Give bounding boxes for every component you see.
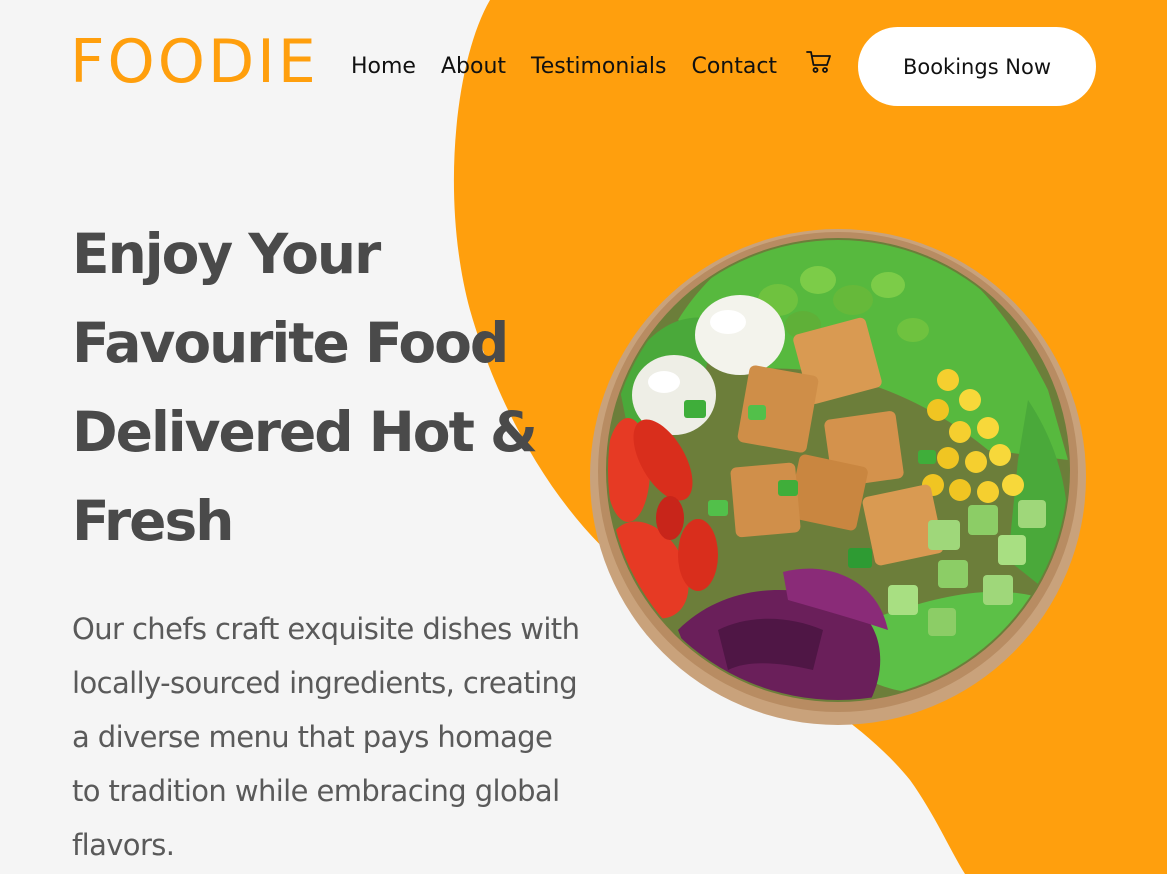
hero-title-line: Enjoy Your	[72, 222, 381, 286]
nav-link-about[interactable]: About	[441, 52, 506, 82]
hero-description: Our chefs craft exquisite dishes with lo…	[72, 612, 580, 862]
hero-title: Enjoy Your Favourite Food Delivered Hot …	[72, 210, 592, 566]
food-bowl-image	[590, 229, 1086, 725]
nav-link-home[interactable]: Home	[351, 52, 416, 82]
cart-icon[interactable]	[805, 48, 833, 76]
hero-title-line: Favourite Food	[72, 311, 509, 375]
main-nav: Home About Testimonials Contact	[351, 52, 777, 82]
brand-logo[interactable]: FOODIE	[70, 30, 319, 94]
nav-link-testimonials[interactable]: Testimonials	[531, 52, 666, 82]
bookings-now-button[interactable]: Bookings Now	[858, 27, 1096, 106]
hero-title-line: Fresh	[72, 489, 234, 553]
hero-title-line: Delivered Hot &	[72, 400, 538, 464]
nav-link-contact[interactable]: Contact	[691, 52, 777, 82]
